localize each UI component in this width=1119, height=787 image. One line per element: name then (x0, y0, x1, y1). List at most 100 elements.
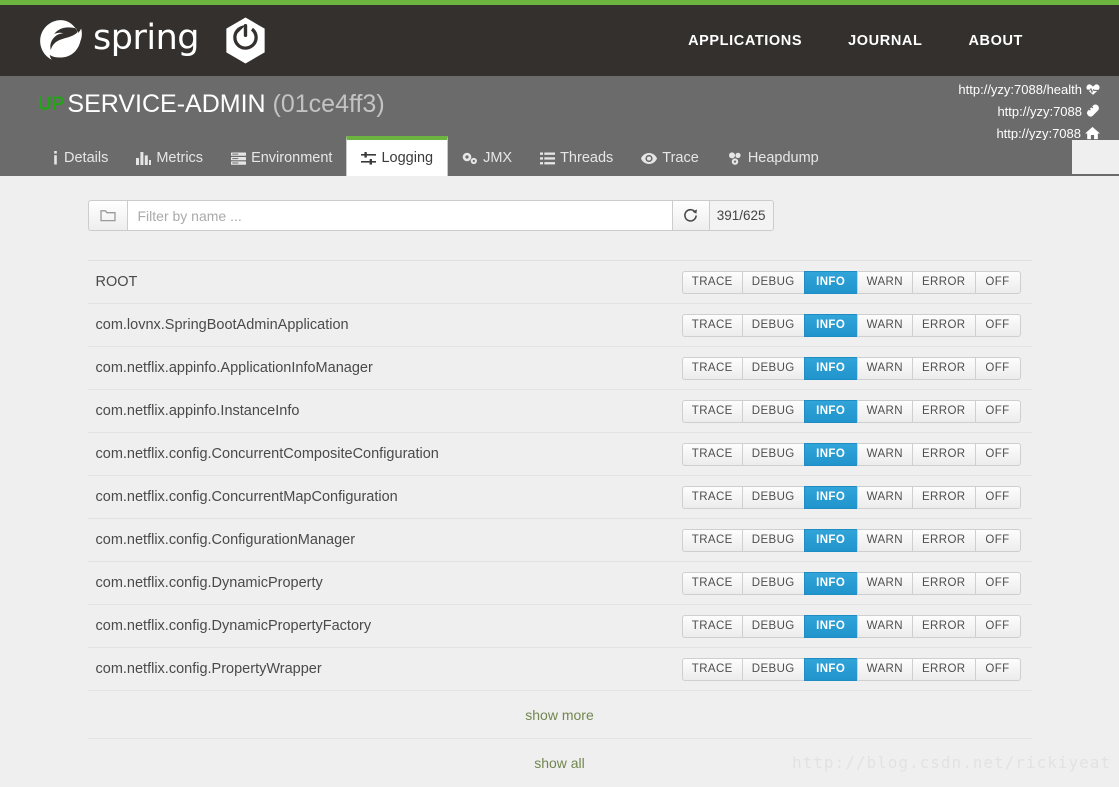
table-row: com.netflix.config.ConcurrentCompositeCo… (88, 433, 1032, 476)
tab-threads[interactable]: Threads (526, 140, 627, 176)
level-warn-button[interactable]: WARN (857, 486, 912, 509)
refresh-icon[interactable] (672, 200, 709, 231)
main-navigation: APPLICATIONS JOURNAL ABOUT (688, 33, 1089, 49)
level-debug-button[interactable]: DEBUG (742, 357, 804, 380)
level-trace-button[interactable]: TRACE (682, 572, 742, 595)
level-warn-button[interactable]: WARN (857, 572, 912, 595)
level-trace-button[interactable]: TRACE (682, 357, 742, 380)
level-off-button[interactable]: OFF (975, 658, 1021, 681)
level-error-button[interactable]: ERROR (912, 400, 975, 423)
level-warn-button[interactable]: WARN (857, 314, 912, 337)
tab-trace[interactable]: Trace (627, 140, 713, 176)
tab-environment[interactable]: Environment (217, 140, 346, 176)
level-trace-button[interactable]: TRACE (682, 271, 742, 294)
server-icon (231, 152, 246, 165)
level-off-button[interactable]: OFF (975, 486, 1021, 509)
level-debug-button[interactable]: DEBUG (742, 271, 804, 294)
nav-applications[interactable]: APPLICATIONS (688, 33, 802, 49)
level-error-button[interactable]: ERROR (912, 615, 975, 638)
level-off-button[interactable]: OFF (975, 572, 1021, 595)
endpoint-management-link[interactable]: http://yzy:7088 (958, 102, 1100, 124)
search-input[interactable] (127, 200, 672, 231)
level-error-button[interactable]: ERROR (912, 572, 975, 595)
level-info-button[interactable]: INFO (804, 615, 857, 638)
level-warn-button[interactable]: WARN (857, 271, 912, 294)
level-trace-button[interactable]: TRACE (682, 615, 742, 638)
level-error-button[interactable]: ERROR (912, 271, 975, 294)
level-debug-button[interactable]: DEBUG (742, 529, 804, 552)
level-trace-button[interactable]: TRACE (682, 658, 742, 681)
level-off-button[interactable]: OFF (975, 400, 1021, 423)
tab-jmx[interactable]: JMX (448, 140, 526, 176)
level-off-button[interactable]: OFF (975, 615, 1021, 638)
level-info-button[interactable]: INFO (804, 314, 857, 337)
level-off-button[interactable]: OFF (975, 443, 1021, 466)
tab-trace-label: Trace (662, 150, 699, 166)
tab-metrics[interactable]: Metrics (122, 140, 217, 176)
log-level-group: TRACE DEBUG INFO WARN ERROR OFF (682, 357, 1021, 380)
bar-chart-icon (136, 152, 151, 165)
level-warn-button[interactable]: WARN (857, 615, 912, 638)
level-error-button[interactable]: ERROR (912, 314, 975, 337)
level-error-button[interactable]: ERROR (912, 443, 975, 466)
log-level-group: TRACE DEBUG INFO WARN ERROR OFF (682, 271, 1021, 294)
level-error-button[interactable]: ERROR (912, 357, 975, 380)
show-all-link[interactable]: show all (534, 755, 585, 771)
table-row: com.netflix.config.ConfigurationManager … (88, 519, 1032, 562)
show-more-row[interactable]: show more (88, 691, 1032, 739)
eye-icon (641, 153, 657, 164)
level-error-button[interactable]: ERROR (912, 529, 975, 552)
sitemap-icon (727, 152, 743, 165)
show-more-link[interactable]: show more (525, 707, 593, 723)
level-debug-button[interactable]: DEBUG (742, 486, 804, 509)
level-warn-button[interactable]: WARN (857, 400, 912, 423)
level-off-button[interactable]: OFF (975, 529, 1021, 552)
page-title: UPSERVICE-ADMIN (01ce4ff3) (38, 90, 385, 119)
level-trace-button[interactable]: TRACE (682, 314, 742, 337)
table-row: com.netflix.config.ConcurrentMapConfigur… (88, 476, 1032, 519)
gears-icon (462, 152, 478, 165)
level-debug-button[interactable]: DEBUG (742, 443, 804, 466)
level-debug-button[interactable]: DEBUG (742, 615, 804, 638)
table-row: com.netflix.config.DynamicPropertyFactor… (88, 605, 1032, 648)
tab-details[interactable]: Details (38, 140, 122, 176)
level-trace-button[interactable]: TRACE (682, 529, 742, 552)
level-off-button[interactable]: OFF (975, 271, 1021, 294)
level-off-button[interactable]: OFF (975, 314, 1021, 337)
level-trace-button[interactable]: TRACE (682, 400, 742, 423)
spring-logo[interactable]: spring (38, 18, 199, 64)
level-error-button[interactable]: ERROR (912, 486, 975, 509)
level-info-button[interactable]: INFO (804, 529, 857, 552)
brand[interactable]: spring (38, 16, 270, 65)
wrench-icon (1086, 104, 1100, 124)
nav-about[interactable]: ABOUT (968, 33, 1023, 49)
level-info-button[interactable]: INFO (804, 357, 857, 380)
level-debug-button[interactable]: DEBUG (742, 400, 804, 423)
level-warn-button[interactable]: WARN (857, 357, 912, 380)
level-debug-button[interactable]: DEBUG (742, 314, 804, 337)
nav-journal[interactable]: JOURNAL (848, 33, 922, 49)
table-row: com.netflix.config.DynamicProperty TRACE… (88, 562, 1032, 605)
level-off-button[interactable]: OFF (975, 357, 1021, 380)
level-debug-button[interactable]: DEBUG (742, 572, 804, 595)
level-warn-button[interactable]: WARN (857, 658, 912, 681)
endpoint-health-link[interactable]: http://yzy:7088/health (958, 80, 1100, 102)
level-trace-button[interactable]: TRACE (682, 486, 742, 509)
level-info-button[interactable]: INFO (804, 486, 857, 509)
table-row: com.netflix.config.PropertyWrapper TRACE… (88, 648, 1032, 691)
folder-icon[interactable] (88, 200, 127, 231)
level-error-button[interactable]: ERROR (912, 658, 975, 681)
tab-logging[interactable]: Logging (346, 136, 448, 176)
level-debug-button[interactable]: DEBUG (742, 658, 804, 681)
level-info-button[interactable]: INFO (804, 443, 857, 466)
level-trace-button[interactable]: TRACE (682, 443, 742, 466)
level-info-button[interactable]: INFO (804, 271, 857, 294)
level-warn-button[interactable]: WARN (857, 529, 912, 552)
level-warn-button[interactable]: WARN (857, 443, 912, 466)
level-info-button[interactable]: INFO (804, 658, 857, 681)
level-info-button[interactable]: INFO (804, 400, 857, 423)
tab-heapdump[interactable]: Heapdump (713, 140, 833, 176)
level-info-button[interactable]: INFO (804, 572, 857, 595)
list-icon (540, 152, 555, 165)
table-row: com.netflix.appinfo.InstanceInfo TRACE D… (88, 390, 1032, 433)
